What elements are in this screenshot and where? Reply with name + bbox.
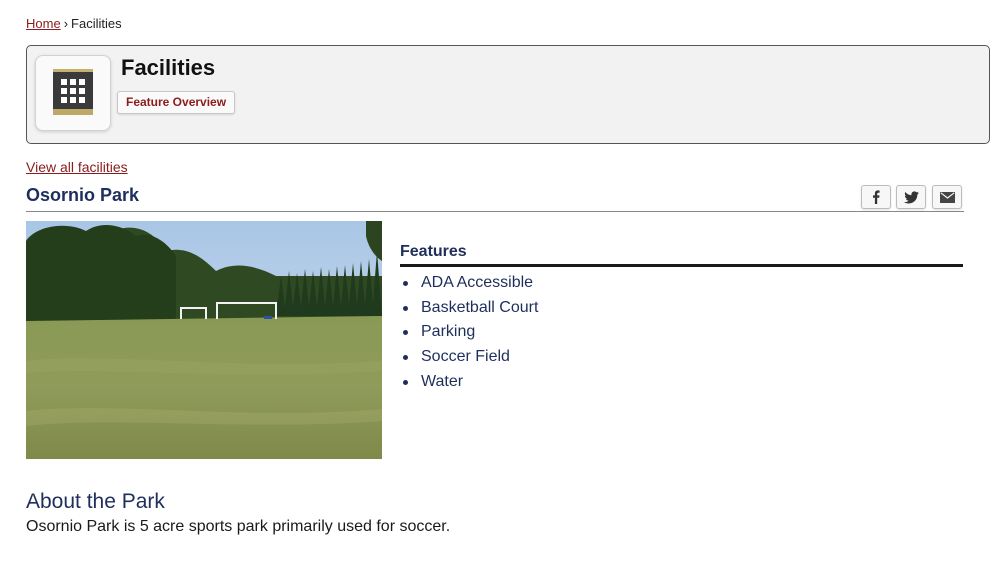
module-title: Facilities <box>121 55 216 80</box>
facility-page: Home › Facilities Facilities Feature Ove… <box>0 0 1000 586</box>
breadcrumb-current: Facilities <box>71 16 122 31</box>
share-facebook-button[interactable] <box>861 185 891 209</box>
breadcrumb-separator: › <box>63 16 69 31</box>
module-header: Facilities Feature Overview <box>26 45 990 144</box>
facility-title: Osornio Park <box>26 185 140 205</box>
feature-item: Parking <box>400 321 538 346</box>
module-icon-tile <box>35 55 111 131</box>
building-icon <box>53 69 93 115</box>
feature-item: ADA Accessible <box>400 272 538 297</box>
facebook-icon <box>873 190 880 204</box>
features-list: ADA Accessible Basketball Court Parking … <box>400 272 538 395</box>
about-text: Osornio Park is 5 acre sports park prima… <box>26 518 451 535</box>
about-heading: About the Park <box>26 490 165 513</box>
title-divider <box>26 211 964 212</box>
feature-item: Water <box>400 371 538 396</box>
share-twitter-button[interactable] <box>896 185 926 209</box>
share-email-button[interactable] <box>932 185 962 209</box>
features-divider <box>400 264 963 267</box>
park-photo <box>26 221 382 459</box>
breadcrumb-home-link[interactable]: Home <box>26 16 61 31</box>
features-heading: Features <box>400 243 467 260</box>
view-all-facilities-link[interactable]: View all facilities <box>26 159 128 175</box>
email-icon <box>939 191 955 203</box>
twitter-icon <box>903 190 919 203</box>
feature-item: Basketball Court <box>400 297 538 322</box>
soccer-field-image <box>26 221 382 459</box>
feature-item: Soccer Field <box>400 346 538 371</box>
feature-overview-button[interactable]: Feature Overview <box>117 91 236 114</box>
breadcrumb: Home › Facilities <box>26 16 122 31</box>
